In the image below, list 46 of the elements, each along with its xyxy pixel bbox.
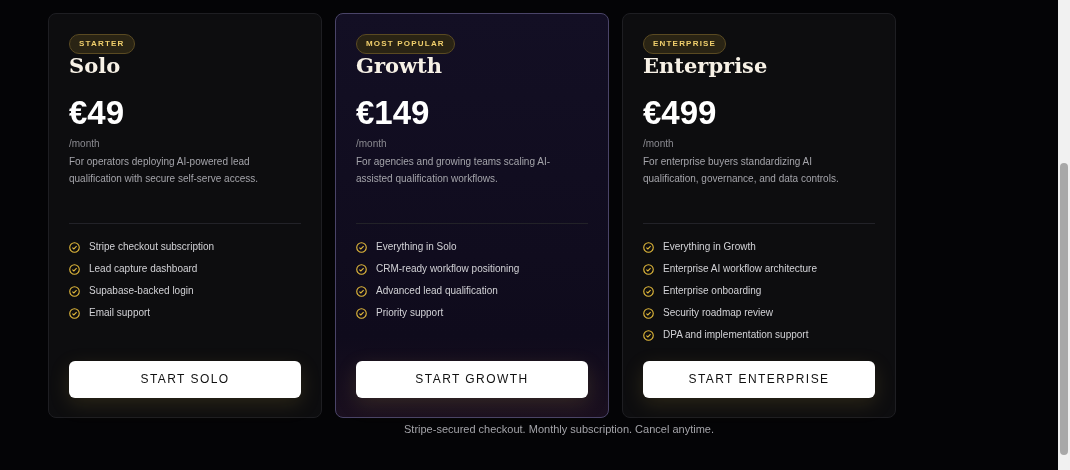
feature-text: CRM-ready workflow positioning	[376, 262, 520, 277]
feature-text: Enterprise onboarding	[663, 284, 762, 299]
feature-text: Priority support	[376, 306, 444, 321]
feature-text: Stripe checkout subscription	[89, 240, 215, 255]
billing-period: /month	[356, 137, 388, 151]
check-circle-icon	[643, 307, 654, 319]
check-circle-icon	[356, 241, 367, 253]
scrollbar[interactable]	[1058, 0, 1070, 470]
feature-text: Enterprise AI workflow architecture	[663, 262, 817, 277]
plan-description: For enterprise buyers standardizing AI qualification, governance, and data controls.	[643, 155, 840, 186]
plan-description: For agencies and growing teams scaling AI-assisted qualification workflows.	[356, 155, 551, 186]
check-circle-icon	[356, 263, 367, 275]
start-plan-button[interactable]: START ENTERPRISE	[643, 360, 875, 398]
billing-period: /month	[643, 137, 675, 151]
check-circle-icon	[356, 285, 367, 297]
footnote: Stripe-secured checkout. Monthly subscription. Cancel anytime.	[403, 422, 714, 437]
billing-period: /month	[69, 137, 101, 151]
feature-text: Security roadmap review	[663, 306, 774, 321]
check-circle-icon	[69, 285, 80, 297]
plan-price: €49	[69, 93, 126, 133]
plan-name: Solo	[69, 54, 122, 78]
check-circle-icon	[69, 241, 80, 253]
feature-text: Supabase-backed login	[89, 284, 194, 299]
plan-badge: MOST POPULAR	[356, 34, 455, 54]
start-plan-button[interactable]: START SOLO	[69, 360, 301, 398]
check-circle-icon	[643, 241, 654, 253]
feature-text: Advanced lead qualification	[376, 284, 498, 299]
plan-price: €149	[356, 93, 431, 133]
feature-text: Lead capture dashboard	[89, 262, 198, 277]
check-circle-icon	[643, 263, 654, 275]
check-circle-icon	[356, 307, 367, 319]
plan-badge: STARTER	[69, 34, 135, 54]
check-circle-icon	[643, 285, 654, 297]
feature-text: DPA and implementation support	[663, 328, 809, 343]
feature-text: Everything in Solo	[376, 240, 457, 255]
feature-text: Everything in Growth	[663, 240, 756, 255]
plan-description: For operators deploying AI-powered lead qualification with secure self-serve access.	[69, 155, 259, 186]
plan-name: Enterprise	[643, 54, 769, 78]
plan-name: Growth	[356, 54, 444, 78]
start-plan-button[interactable]: START GROWTH	[356, 360, 588, 398]
check-circle-icon	[643, 329, 654, 341]
plan-badge: ENTERPRISE	[643, 34, 727, 54]
feature-text: Email support	[89, 306, 151, 321]
check-circle-icon	[69, 307, 80, 319]
plan-price: €499	[643, 93, 718, 133]
check-circle-icon	[69, 263, 80, 275]
